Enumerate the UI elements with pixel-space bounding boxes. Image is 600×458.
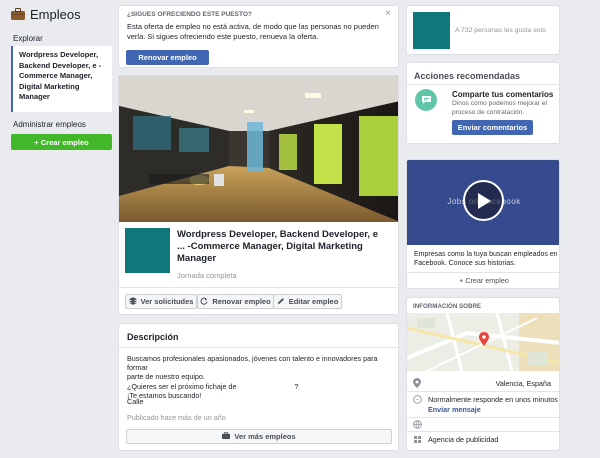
recommended-divider: [407, 84, 561, 85]
divider-3: [407, 431, 559, 432]
sidebar-item-job[interactable]: Wordpress Developer, Backend Developer, …: [11, 46, 112, 112]
description-heading: Descripción: [127, 332, 179, 342]
recommended-item-body: Dinos cómo podemos mejorar el proceso de…: [452, 100, 547, 116]
renew-job-action-label: Renovar empleo: [212, 297, 271, 306]
video-create-job-link[interactable]: + Crear empleo: [407, 276, 559, 285]
globe-icon: [413, 420, 422, 431]
category-icon: [413, 435, 422, 446]
job-card: Wordpress Developer, Backend Developer, …: [118, 75, 399, 315]
inactive-notice-card: ¿SIGUES OFRECIENDO ESTE PUESTO? Esta ofe…: [118, 5, 399, 68]
notice-body: Esta oferta de empleo no está activa, de…: [127, 22, 379, 41]
send-message-link[interactable]: Enviar mensaje: [428, 405, 481, 414]
category-text: Agencia de publicidad: [428, 435, 499, 444]
close-icon[interactable]: ×: [385, 8, 391, 19]
refresh-icon: [200, 297, 208, 307]
messenger-icon: [413, 395, 422, 406]
response-time: Normalmente responde en unos minutos: [428, 395, 558, 404]
view-applications-label: Ver solicitudes: [140, 297, 194, 306]
job-title: Wordpress Developer, Backend Developer, …: [177, 229, 378, 264]
job-type: Jornada completa: [177, 271, 237, 280]
description-card: Descripción Buscamos profesionales apasi…: [118, 323, 400, 451]
page-avatar[interactable]: [413, 12, 450, 49]
notice-heading: ¿SIGUES OFRECIENDO ESTE PUESTO?: [127, 11, 252, 18]
published-date: Publicado hace más de un año: [127, 413, 226, 422]
job-cover-photo: [119, 76, 398, 222]
page-summary-card: A 732 personas les gusta esto: [406, 5, 560, 55]
page-title: Empleos: [30, 7, 81, 22]
more-jobs-label: Ver más empleos: [234, 432, 296, 441]
location-map[interactable]: [407, 313, 559, 371]
description-line: parte de nuestro equipo.: [127, 372, 205, 382]
description-text: Buscamos profesionales apasionados, jóve…: [127, 354, 395, 400]
edit-job-button[interactable]: Editar empleo: [273, 294, 342, 309]
edit-job-label: Editar empleo: [288, 297, 339, 306]
feedback-icon: [415, 89, 437, 111]
location-pin-icon: [413, 378, 421, 390]
company-logo: [125, 228, 170, 273]
video-description: Empresas como la tuya buscan empleados e…: [414, 251, 558, 267]
recommended-heading: Acciones recomendadas: [414, 71, 521, 81]
left-sidebar: Empleos Explorar Wordpress Developer, Ba…: [0, 0, 118, 458]
play-icon[interactable]: [463, 180, 504, 221]
recommended-item-title: Comparte tus comentarios: [452, 90, 554, 99]
briefcase-small-icon: [222, 431, 231, 441]
briefcase-icon: [11, 8, 25, 20]
divider-2: [407, 417, 559, 418]
description-line: ¡Te estamos buscando!: [127, 390, 202, 400]
recommended-actions-card: Acciones recomendadas Comparte tus comen…: [406, 62, 561, 144]
about-heading: INFORMACIÓN SOBRE: [413, 303, 482, 310]
renew-job-action-button[interactable]: Renovar empleo: [197, 294, 274, 309]
likes-count: A 732 personas les gusta esto: [455, 27, 547, 34]
description-line: ¿Quieres ser el próximo fichaje de ?: [127, 381, 299, 391]
street-text: Calle: [127, 397, 144, 406]
video-card: Jobs on Facebook Empresas como la tuya b…: [406, 159, 560, 289]
about-card: INFORMACIÓN SOBRE Valencia, España Norma…: [406, 297, 560, 451]
location-text: Valencia, España: [495, 379, 551, 388]
send-feedback-button[interactable]: Enviar comentarios: [452, 120, 533, 135]
map-pin-icon: [479, 332, 489, 348]
explore-label: Explorar: [13, 34, 43, 43]
card-divider: [119, 287, 398, 288]
manage-jobs-label[interactable]: Administrar empleos: [13, 120, 86, 129]
description-divider: [119, 347, 400, 348]
create-job-button[interactable]: + Crear empleo: [11, 134, 112, 150]
description-line: Buscamos profesionales apasionados, jóve…: [127, 354, 378, 373]
divider-1: [407, 391, 559, 392]
more-jobs-button[interactable]: Ver más empleos: [126, 429, 392, 444]
layers-icon: [128, 296, 137, 307]
pencil-icon: [277, 297, 285, 307]
renew-job-button[interactable]: Renovar empleo: [126, 50, 209, 65]
video-divider: [407, 272, 559, 273]
sidebar-job-label: Wordpress Developer, Backend Developer, …: [19, 50, 102, 101]
view-applications-button[interactable]: Ver solicitudes: [125, 294, 197, 309]
